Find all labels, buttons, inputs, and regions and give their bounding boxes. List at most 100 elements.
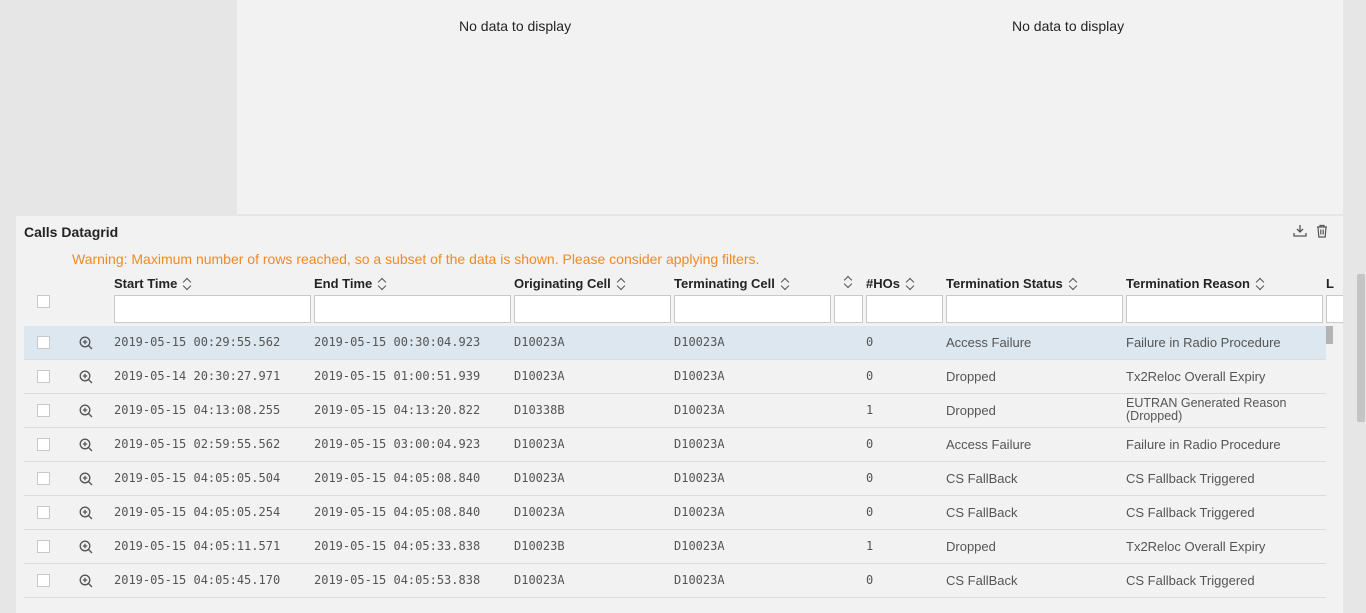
filter-end-time[interactable] [314,295,511,323]
row-checkbox[interactable] [37,574,50,587]
filter-truncated[interactable] [1326,295,1343,323]
table-row[interactable]: 2019-05-15 04:05:11.571 2019-05-15 04:05:… [24,530,1326,564]
col-header-end-time[interactable]: End Time [314,276,386,291]
select-all-checkbox[interactable] [37,295,50,308]
cell-termination-status: Dropped [946,369,996,384]
sort-icon[interactable] [1069,278,1077,290]
max-rows-warning: Warning: Maximum number of rows reached,… [72,251,760,267]
sort-icon[interactable] [183,278,191,290]
zoom-in-icon[interactable] [78,505,94,521]
sort-icon[interactable] [781,278,789,290]
cell-start-time: 2019-05-15 04:05:05.254 [114,505,281,519]
col-label: Terminating Cell [674,276,775,291]
table-row[interactable]: 2019-05-15 04:05:05.254 2019-05-15 04:05:… [24,496,1326,530]
sort-icon[interactable] [906,278,914,290]
sort-icon[interactable] [1256,278,1264,290]
col-header-truncated[interactable]: L [1326,276,1334,291]
grid-scrollbar-thumb[interactable] [1326,326,1333,344]
sort-icon[interactable] [844,276,852,288]
cell-originating-cell: D10338B [514,403,565,417]
cell-termination-status: Access Failure [946,335,1032,350]
row-checkbox[interactable] [37,336,50,349]
grid-scrollbar[interactable] [1326,326,1334,613]
col-header-unnamed[interactable] [838,276,852,288]
filter-termination-reason[interactable] [1126,295,1323,323]
zoom-in-icon[interactable] [78,539,94,555]
filter-originating-cell[interactable] [514,295,671,323]
filter-terminating-cell[interactable] [674,295,831,323]
filter-termination-status[interactable] [946,295,1123,323]
cell-termination-status: CS FallBack [946,471,1018,486]
top-panel: No data to display No data to display [237,0,1343,214]
cell-end-time: 2019-05-15 04:05:53.838 [314,573,481,587]
col-label: Termination Status [946,276,1063,291]
table-row[interactable]: 2019-05-15 02:59:55.562 2019-05-15 03:00:… [24,428,1326,462]
panel-actions [1293,224,1329,238]
cell-end-time: 2019-05-15 01:00:51.939 [314,369,481,383]
left-gutter [0,0,237,214]
table-row[interactable]: 2019-05-15 00:29:55.562 2019-05-15 00:30:… [24,326,1326,360]
cell-termination-reason: Tx2Reloc Overall Expiry [1126,369,1266,384]
row-checkbox[interactable] [37,370,50,383]
cell-start-time: 2019-05-15 00:29:55.562 [114,335,281,349]
col-header-terminating-cell[interactable]: Terminating Cell [674,276,789,291]
filter-start-time[interactable] [114,295,311,323]
zoom-in-icon[interactable] [78,573,94,589]
zoom-in-icon[interactable] [78,369,94,385]
col-label: L [1326,276,1334,291]
cell-hos: 0 [866,369,874,383]
row-checkbox[interactable] [37,438,50,451]
filter-unnamed[interactable] [834,295,863,323]
table-row[interactable]: 2019-05-15 04:05:05.504 2019-05-15 04:05:… [24,462,1326,496]
row-checkbox[interactable] [37,472,50,485]
cell-originating-cell: D10023A [514,505,565,519]
table-row[interactable]: 2019-05-15 04:05:45.170 2019-05-15 04:05:… [24,564,1326,598]
cell-terminating-cell: D10023A [674,335,725,349]
download-icon[interactable] [1293,224,1307,238]
col-header-start-time[interactable]: Start Time [114,276,191,291]
cell-end-time: 2019-05-15 00:30:04.923 [314,335,481,349]
col-label: End Time [314,276,373,291]
cell-hos: 0 [866,505,874,519]
cell-originating-cell: D10023A [514,437,565,451]
col-header-termination-status[interactable]: Termination Status [946,276,1077,291]
cell-termination-status: Dropped [946,539,996,554]
row-checkbox[interactable] [37,540,50,553]
row-checkbox[interactable] [37,506,50,519]
cell-termination-status: Access Failure [946,437,1032,452]
filter-hos[interactable] [866,295,943,323]
col-header-originating-cell[interactable]: Originating Cell [514,276,625,291]
cell-terminating-cell: D10023A [674,471,725,485]
table-row[interactable]: 2019-05-14 20:30:27.971 2019-05-15 01:00:… [24,360,1326,394]
cell-end-time: 2019-05-15 04:13:20.822 [314,403,481,417]
cell-terminating-cell: D10023A [674,403,725,417]
cell-termination-status: Dropped [946,403,996,418]
sort-icon[interactable] [378,278,386,290]
zoom-in-icon[interactable] [78,471,94,487]
cell-originating-cell: D10023B [514,539,565,553]
no-data-message-left: No data to display [459,18,572,34]
page-scrollbar-thumb[interactable] [1357,274,1365,422]
cell-end-time: 2019-05-15 04:05:33.838 [314,539,481,553]
cell-termination-reason: CS Fallback Triggered [1126,505,1255,520]
cell-termination-reason: Failure in Radio Procedure [1126,437,1281,452]
col-header-hos[interactable]: #HOs [866,276,914,291]
calls-datagrid-panel: Calls Datagrid Warning: Maximum number o… [16,216,1343,613]
page-scrollbar[interactable] [1356,0,1366,613]
cell-termination-reason: Tx2Reloc Overall Expiry [1126,539,1266,554]
cell-termination-reason: EUTRAN Generated Reason (Dropped) [1126,396,1287,423]
cell-start-time: 2019-05-15 04:13:08.255 [114,403,281,417]
panel-title: Calls Datagrid [24,224,119,240]
row-checkbox[interactable] [37,404,50,417]
cell-start-time: 2019-05-15 04:05:11.571 [114,539,281,553]
zoom-in-icon[interactable] [78,437,94,453]
sort-icon[interactable] [617,278,625,290]
zoom-in-icon[interactable] [78,403,94,419]
cell-terminating-cell: D10023A [674,369,725,383]
col-header-termination-reason[interactable]: Termination Reason [1126,276,1264,291]
zoom-in-icon[interactable] [78,335,94,351]
trash-icon[interactable] [1315,224,1329,238]
datagrid-rows: 2019-05-15 00:29:55.562 2019-05-15 00:30:… [24,326,1326,598]
cell-hos: 0 [866,437,874,451]
table-row[interactable]: 2019-05-15 04:13:08.255 2019-05-15 04:13:… [24,394,1326,428]
